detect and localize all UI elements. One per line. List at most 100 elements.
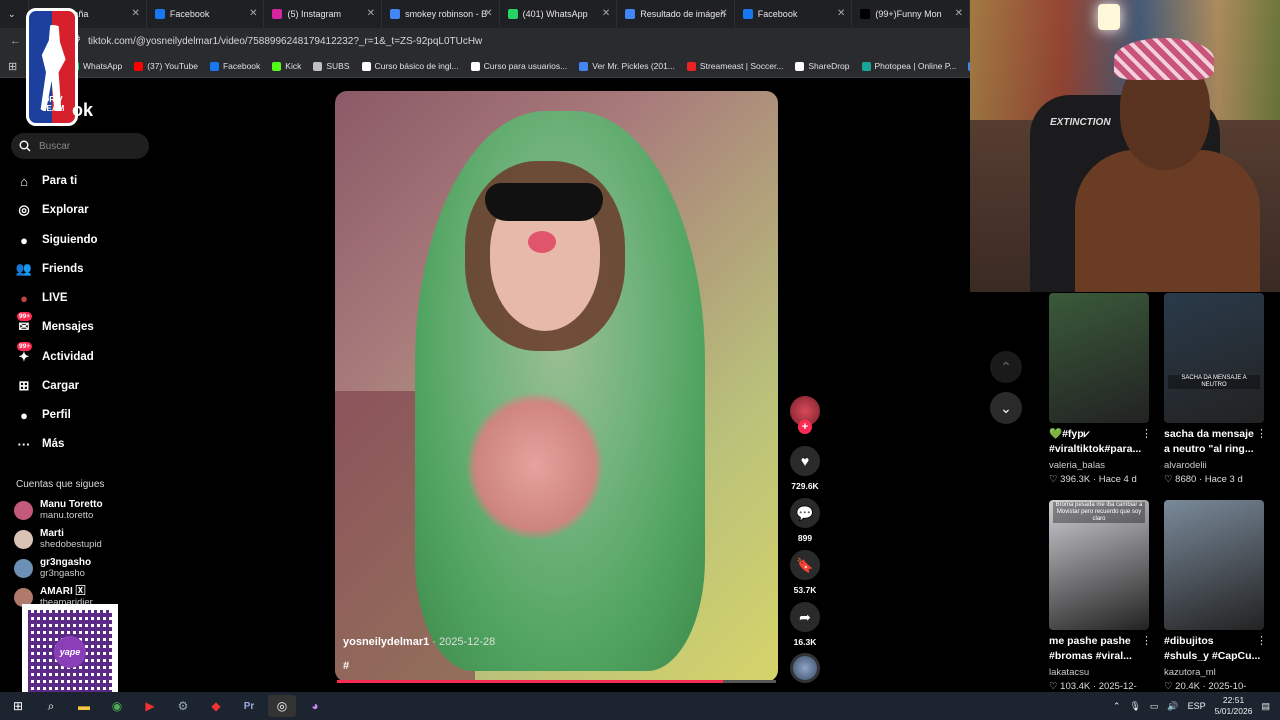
apps-grid-icon[interactable]: ⊞: [8, 60, 17, 73]
share-action[interactable]: ➦ 16.3K: [787, 602, 823, 647]
sidebar-item-más[interactable]: ··· Más: [15, 434, 65, 454]
notifications-icon[interactable]: ▤: [1261, 701, 1270, 712]
save-action[interactable]: 🔖 53.7K: [787, 550, 823, 595]
tab-list-button[interactable]: ⌄: [0, 0, 30, 28]
heart-icon[interactable]: ♥: [790, 446, 820, 476]
video-thumbnail[interactable]: [1049, 293, 1149, 423]
follow-plus-button[interactable]: +: [798, 420, 812, 434]
close-tab-icon[interactable]: ✕: [955, 8, 963, 19]
video-thumbnail[interactable]: SACHA DA MENSAJE A NEUTRO: [1164, 293, 1264, 423]
video-title-line2[interactable]: #bromas #viral...: [1049, 649, 1149, 664]
premiere-icon[interactable]: Pr: [235, 695, 263, 717]
search-input[interactable]: Buscar: [11, 133, 149, 159]
video-title[interactable]: sacha da mensaje: [1164, 427, 1264, 442]
sidebar-item-explorar[interactable]: ◎ Explorar: [15, 200, 88, 220]
video-title[interactable]: me pashe pashe: [1049, 634, 1149, 649]
bookmark-item[interactable]: Kick: [272, 61, 301, 71]
close-tab-icon[interactable]: ✕: [602, 8, 610, 19]
sidebar-item-actividad[interactable]: ✦ 99+ Actividad: [15, 342, 94, 367]
previous-video-button[interactable]: ⌃: [990, 351, 1022, 383]
more-options-icon[interactable]: ⋮: [1256, 427, 1267, 440]
language-indicator[interactable]: ESP: [1188, 701, 1206, 711]
volume-icon[interactable]: 🔊: [1167, 701, 1178, 712]
video-title[interactable]: #dibujitos: [1164, 634, 1264, 649]
browser-tab[interactable]: (99+)Funny Mon ✕: [852, 0, 970, 28]
close-tab-icon[interactable]: ✕: [249, 8, 257, 19]
close-tab-icon[interactable]: ✕: [484, 8, 492, 19]
bookmark-item[interactable]: Curso para usuarios...: [470, 61, 567, 71]
bookmark-item[interactable]: Photopea | Online P...: [861, 61, 956, 71]
sidebar-item-mensajes[interactable]: ✉ 99+ Mensajes: [15, 312, 94, 337]
bookmark-item[interactable]: (37) YouTube: [134, 61, 198, 71]
close-tab-icon[interactable]: ✕: [132, 8, 140, 19]
clock[interactable]: 22:51 5/01/2026: [1215, 695, 1253, 717]
video-author[interactable]: lakatacsu: [1049, 667, 1089, 678]
comment-icon[interactable]: 💬: [790, 498, 820, 528]
video-username[interactable]: yosneilydelmar1: [343, 636, 429, 648]
avatar[interactable]: [14, 558, 33, 578]
followed-account[interactable]: Marti shedobestupid: [14, 528, 102, 550]
sidebar-item-para-ti[interactable]: ⌂ Para ti: [15, 171, 77, 191]
browser-tab[interactable]: Resultado de imágen ✕: [617, 0, 735, 28]
video-progress-bar[interactable]: [337, 680, 776, 683]
browser-tab[interactable]: (401) WhatsApp ✕: [500, 0, 618, 28]
close-tab-icon[interactable]: ✕: [837, 8, 845, 19]
more-options-icon[interactable]: ⋮: [1141, 634, 1152, 647]
sidebar-item-siguiendo[interactable]: ● Siguiendo: [15, 230, 98, 250]
chat-app-icon[interactable]: ◕: [301, 695, 329, 717]
search-icon[interactable]: ⌕: [37, 695, 65, 717]
app-icon[interactable]: ◆: [202, 695, 230, 717]
sidebar-item-cargar[interactable]: ⊞ Cargar: [15, 376, 80, 396]
followed-account[interactable]: gr3ngasho gr3ngasho: [14, 557, 91, 579]
browser-tab[interactable]: (5) Instagram ✕: [264, 0, 383, 28]
comment-action[interactable]: 💬 899: [787, 498, 823, 543]
bookmark-icon[interactable]: 🔖: [790, 550, 820, 580]
video-author[interactable]: yosneilydelmar1 · 2025-12-28: [343, 636, 495, 648]
video-title[interactable]: 💚#fyp⩗: [1049, 427, 1149, 442]
tiktok-brand-text[interactable]: ok: [72, 100, 93, 121]
browser-tab[interactable]: Facebook ✕: [735, 0, 853, 28]
video-thumbnail[interactable]: [1164, 500, 1264, 630]
share-icon[interactable]: ➦: [790, 602, 820, 632]
bookmark-item[interactable]: Facebook: [209, 61, 260, 71]
music-disc-icon[interactable]: [790, 653, 820, 683]
file-explorer-icon[interactable]: ▬: [70, 695, 98, 717]
video-title-line2[interactable]: #shuls_y #CapCu...: [1164, 649, 1264, 664]
video-title-line2[interactable]: a neutro "al ring...: [1164, 442, 1264, 457]
avatar[interactable]: [14, 529, 33, 549]
obs-icon[interactable]: ◎: [268, 695, 296, 717]
video-title-line2[interactable]: #viraltiktok#para...: [1049, 442, 1149, 457]
more-options-icon[interactable]: ⋮: [1141, 427, 1152, 440]
windows-start-icon[interactable]: ⊞: [4, 695, 32, 717]
sidebar-item-friends[interactable]: 👥 Friends: [15, 259, 84, 279]
address-bar[interactable]: ← ⚙ tiktok.com/@yosneilydelmar1/video/75…: [0, 28, 970, 55]
video-author[interactable]: kazutora_ml: [1164, 667, 1216, 678]
browser-tab[interactable]: Facebook ✕: [147, 0, 265, 28]
video-thumbnail[interactable]: Broma pesada me iba cambiar a Movistar p…: [1049, 500, 1149, 630]
sidebar-item-live[interactable]: ● LIVE: [15, 288, 68, 308]
tray-overflow-icon[interactable]: ⌃: [1113, 701, 1121, 712]
media-player-icon[interactable]: ▶: [136, 695, 164, 717]
like-action[interactable]: ♥ 729.6K: [787, 446, 823, 491]
video-hashtag[interactable]: #: [343, 660, 349, 672]
video-author[interactable]: alvarodelii: [1164, 460, 1207, 471]
browser-tab[interactable]: smokey robinson - B ✕: [382, 0, 500, 28]
bookmark-item[interactable]: ShareDrop: [795, 61, 850, 71]
next-video-button[interactable]: ⌄: [990, 392, 1022, 424]
back-arrow-icon[interactable]: ←: [10, 35, 21, 47]
chrome-icon[interactable]: ◉: [103, 695, 131, 717]
avatar[interactable]: [14, 500, 33, 520]
url-text[interactable]: tiktok.com/@yosneilydelmar1/video/758899…: [88, 36, 482, 47]
followed-account[interactable]: Manu Toretto manu.toretto: [14, 499, 103, 521]
bookmark-item[interactable]: Streameast | Soccer...: [686, 61, 783, 71]
video-author[interactable]: valeria_balas: [1049, 460, 1105, 471]
steam-icon[interactable]: ⚙: [169, 695, 197, 717]
sidebar-item-perfil[interactable]: ● Perfil: [15, 405, 71, 425]
close-tab-icon[interactable]: ✕: [719, 8, 727, 19]
bookmark-item[interactable]: Curso básico de ingl...: [361, 61, 459, 71]
bookmark-item[interactable]: Ver Mr. Pickles (201...: [579, 61, 675, 71]
more-options-icon[interactable]: ⋮: [1256, 634, 1267, 647]
video-player[interactable]: [335, 91, 778, 682]
microphone-icon[interactable]: 🎙: [1129, 701, 1140, 712]
bookmark-item[interactable]: SUBS: [313, 61, 350, 71]
